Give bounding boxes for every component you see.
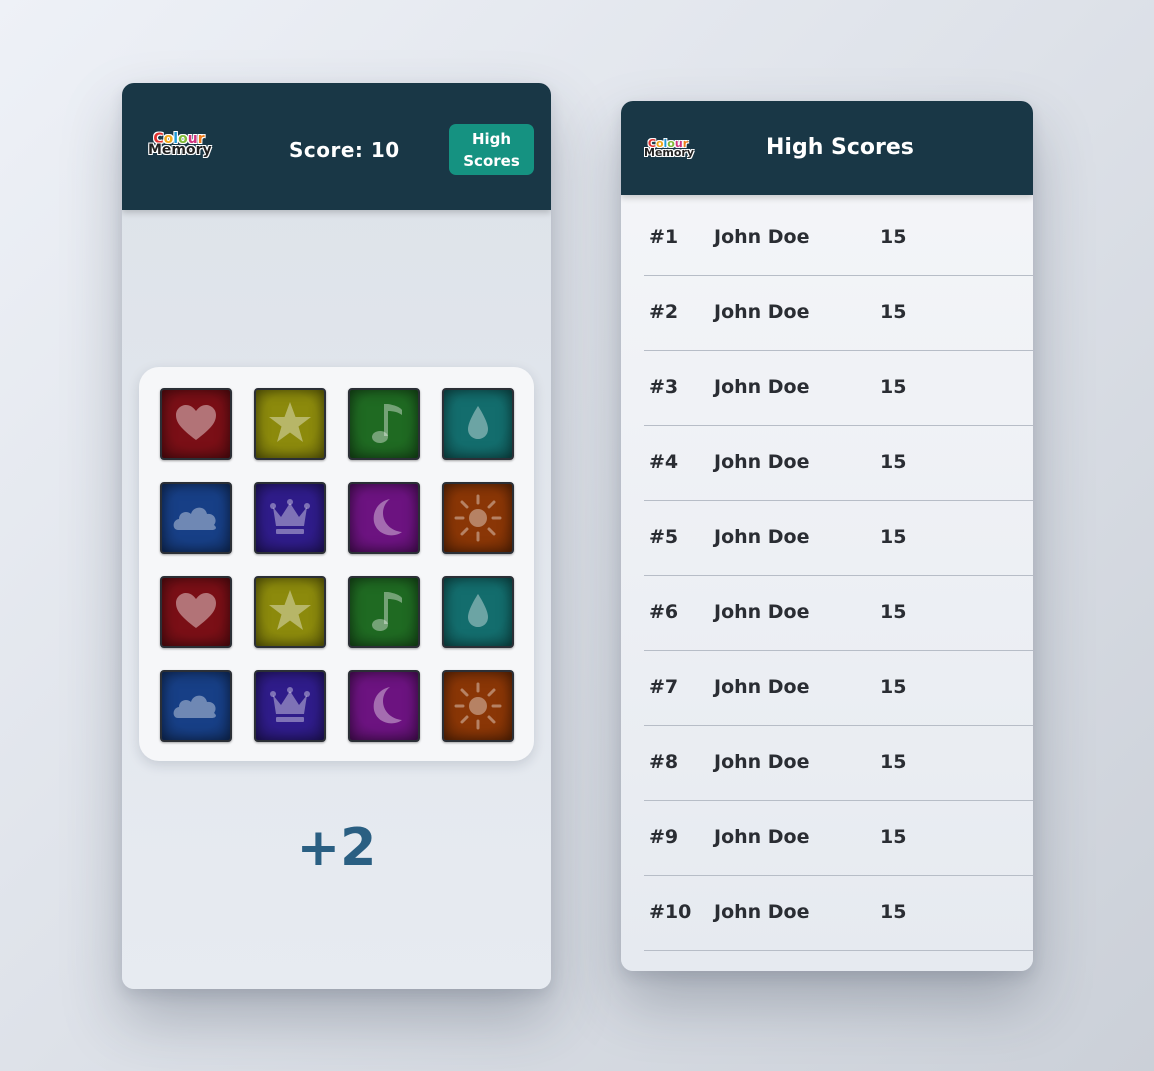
memory-card[interactable] <box>348 388 420 460</box>
memory-card[interactable] <box>160 670 232 742</box>
score-row: #2 John Doe 15 <box>644 276 1033 351</box>
player-score: 15 <box>880 751 907 773</box>
player-name: John Doe <box>714 751 810 773</box>
memory-card[interactable] <box>254 388 326 460</box>
score-row: #5 John Doe 15 <box>644 501 1033 576</box>
memory-card[interactable] <box>348 482 420 554</box>
player-name: John Doe <box>714 376 810 398</box>
high-scores-panel: Colour Memory High Scores #1 John Doe 15 #2… <box>621 101 1033 971</box>
player-name: John Doe <box>714 301 810 323</box>
memory-card[interactable] <box>160 388 232 460</box>
score-row: #7 John Doe 15 <box>644 651 1033 726</box>
score-label: Score: 10 <box>289 138 400 162</box>
high-scores-header: Colour Memory High Scores <box>621 101 1033 195</box>
player-score: 15 <box>880 901 907 923</box>
player-score: 15 <box>880 601 907 623</box>
player-score: 15 <box>880 676 907 698</box>
score-row: #3 John Doe 15 <box>644 351 1033 426</box>
game-panel: Colour Memory Score: 10 High Scores +2 <box>122 83 551 989</box>
score-row: #4 John Doe 15 <box>644 426 1033 501</box>
player-name: John Doe <box>714 226 810 248</box>
player-name: John Doe <box>714 826 810 848</box>
player-name: John Doe <box>714 601 810 623</box>
card-board <box>139 367 534 761</box>
score-rank: #10 <box>649 901 692 923</box>
memory-card[interactable] <box>254 576 326 648</box>
score-rank: #6 <box>649 601 679 623</box>
score-row: #1 John Doe 15 <box>644 201 1033 276</box>
score-rank: #5 <box>649 526 679 548</box>
high-scores-button[interactable]: High Scores <box>449 124 534 175</box>
memory-card[interactable] <box>160 576 232 648</box>
player-score: 15 <box>880 526 907 548</box>
high-scores-button-line1: High <box>471 130 512 148</box>
bonus-points: +2 <box>296 818 377 878</box>
player-name: John Doe <box>714 526 810 548</box>
score-rank: #7 <box>649 676 679 698</box>
game-header: Colour Memory Score: 10 High Scores <box>122 83 551 210</box>
colour-memory-logo: Colour Memory <box>148 132 212 159</box>
score-row: #6 John Doe 15 <box>644 576 1033 651</box>
memory-card[interactable] <box>442 482 514 554</box>
score-row: #9 John Doe 15 <box>644 801 1033 876</box>
player-name: John Doe <box>714 451 810 473</box>
player-score: 15 <box>880 451 907 473</box>
high-scores-button-line2: Scores <box>463 152 520 170</box>
player-name: John Doe <box>714 676 810 698</box>
score-rank: #1 <box>649 226 679 248</box>
memory-card[interactable] <box>254 670 326 742</box>
memory-card[interactable] <box>442 388 514 460</box>
score-rank: #4 <box>649 451 679 473</box>
player-name: John Doe <box>714 901 810 923</box>
memory-card[interactable] <box>442 576 514 648</box>
memory-card[interactable] <box>348 670 420 742</box>
score-row: #10 John Doe 15 <box>644 876 1033 951</box>
logo-line2: Memory <box>148 142 212 159</box>
player-score: 15 <box>880 226 907 248</box>
score-rank: #9 <box>649 826 679 848</box>
memory-card[interactable] <box>348 576 420 648</box>
memory-card[interactable] <box>160 482 232 554</box>
player-score: 15 <box>880 301 907 323</box>
colour-memory-logo: Colour Memory <box>644 138 695 160</box>
score-row: #8 John Doe 15 <box>644 726 1033 801</box>
player-score: 15 <box>880 826 907 848</box>
score-rank: #3 <box>649 376 679 398</box>
memory-card[interactable] <box>442 670 514 742</box>
memory-card[interactable] <box>254 482 326 554</box>
score-rank: #2 <box>649 301 679 323</box>
player-score: 15 <box>880 376 907 398</box>
logo-line2: Memory <box>644 146 695 160</box>
high-scores-title: High Scores <box>766 135 914 160</box>
score-rank: #8 <box>649 751 679 773</box>
